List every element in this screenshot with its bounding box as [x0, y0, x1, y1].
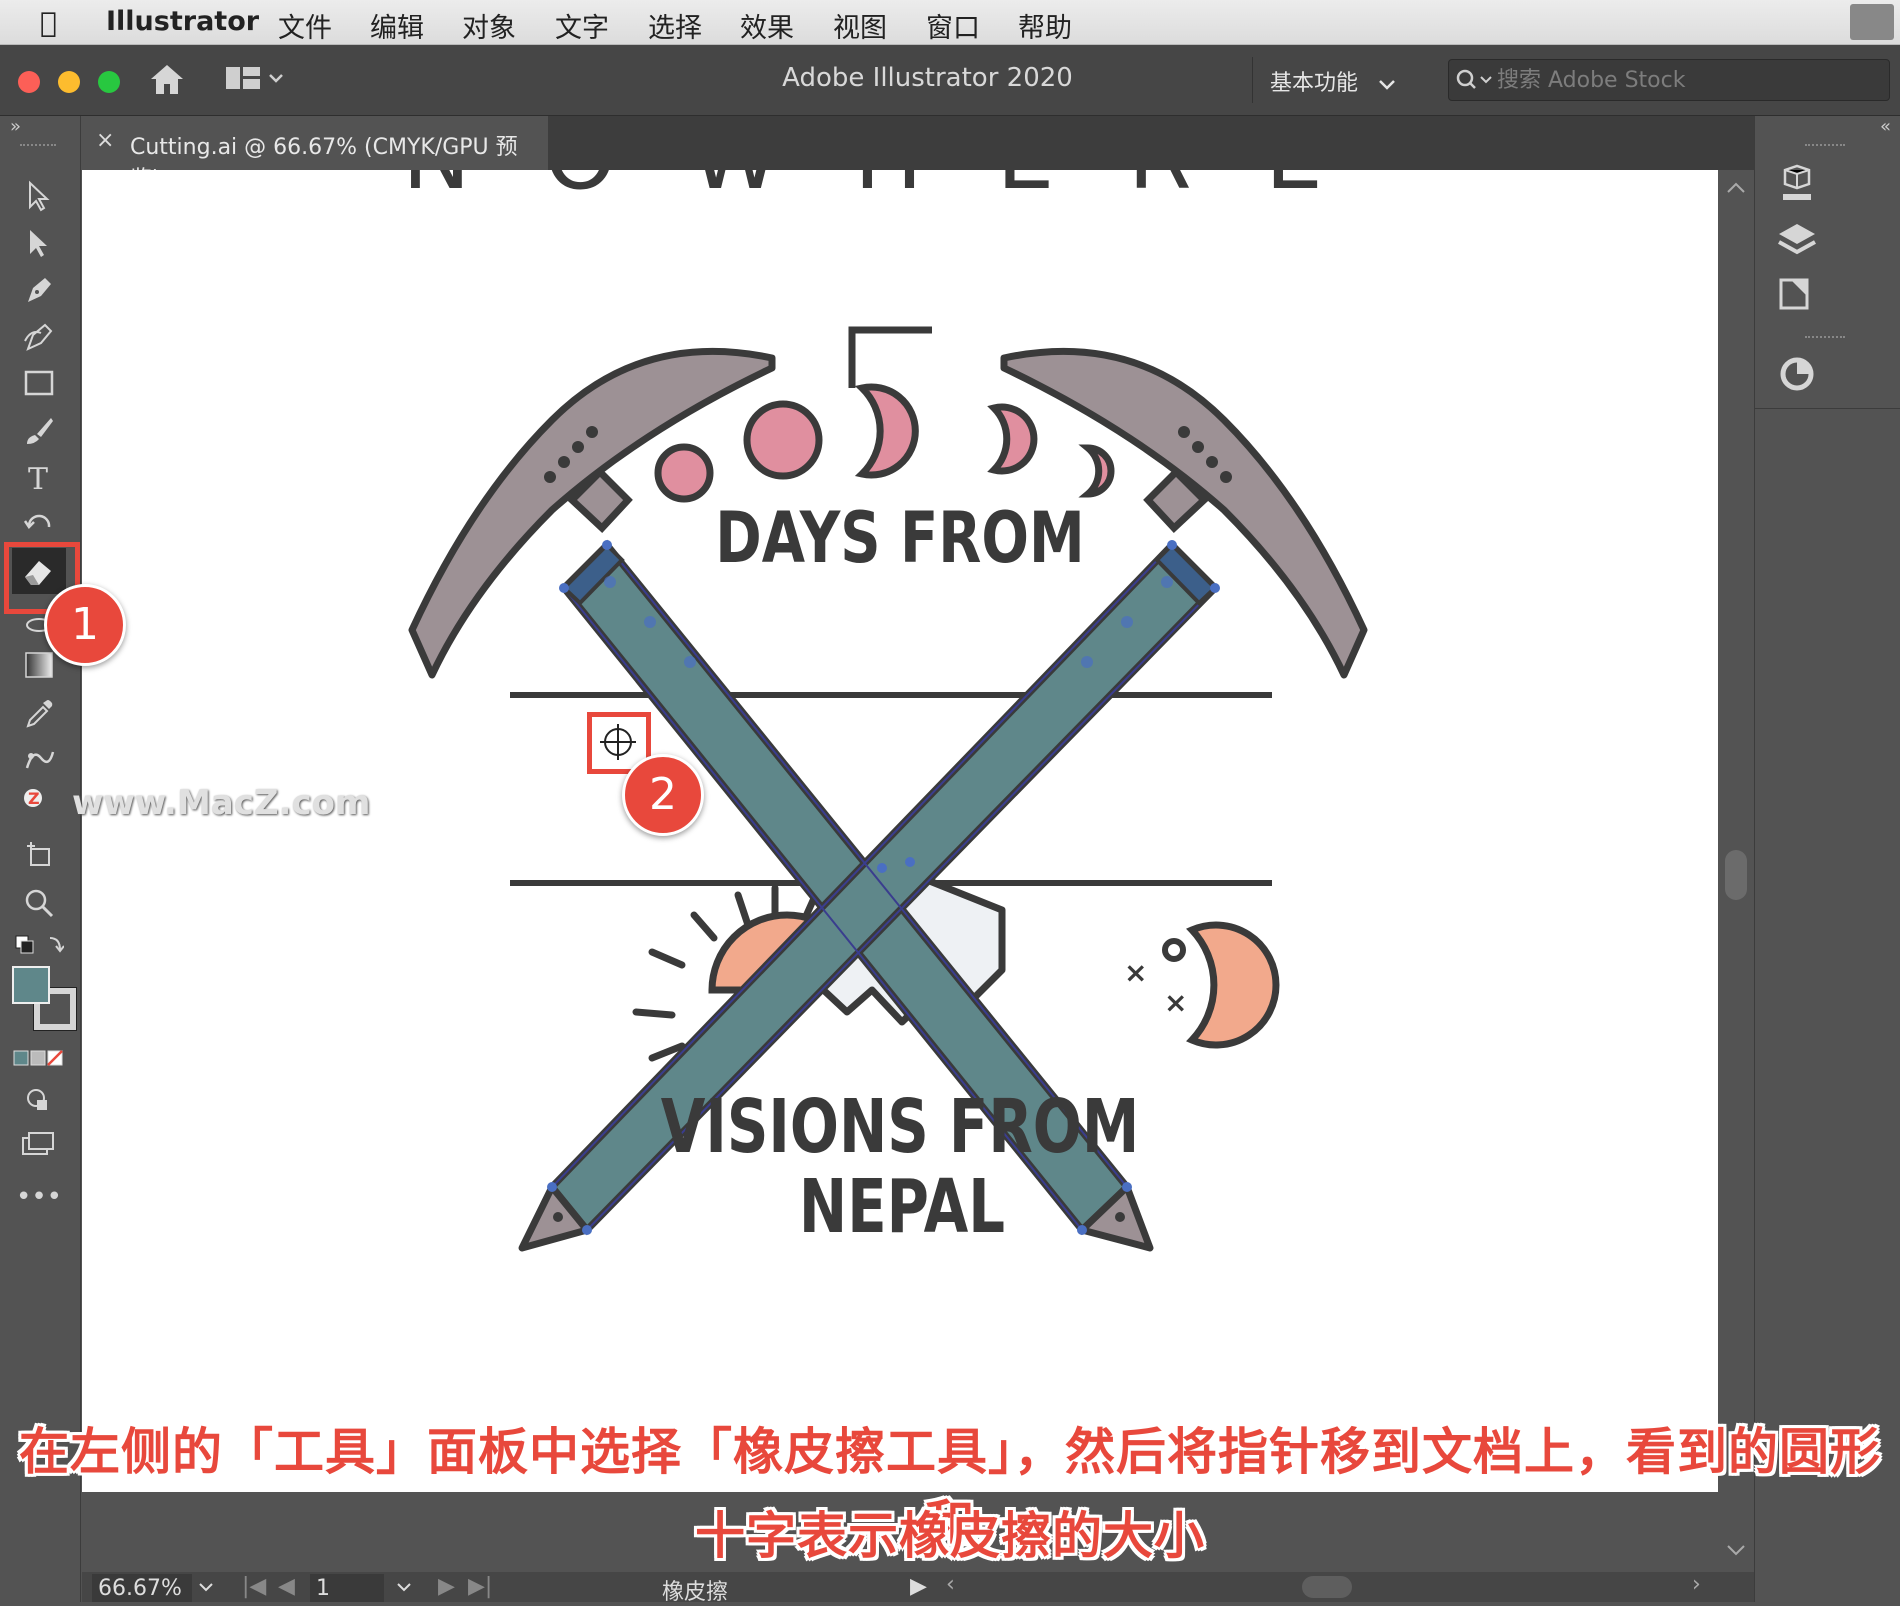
canvas[interactable]: N O W H E R E DAYS FROM: [82, 103, 1718, 1492]
direct-selection-tool-icon[interactable]: [12, 223, 66, 263]
close-tab-icon[interactable]: ×: [96, 128, 114, 153]
zoom-level-field[interactable]: 66.67%: [92, 1574, 192, 1602]
search-icon: [1456, 69, 1492, 89]
step-badge-1: 1: [44, 584, 126, 666]
selection-tool-icon[interactable]: [12, 176, 66, 216]
artboard-tool-icon[interactable]: [12, 836, 66, 876]
small-star-ring: [1162, 938, 1186, 962]
workspace-label: 基本功能: [1270, 71, 1359, 96]
artboard-number-field[interactable]: 1: [310, 1574, 384, 1602]
scroll-right-icon[interactable]: ›: [1692, 1572, 1701, 1597]
menu-edit[interactable]: 编辑: [370, 6, 424, 45]
menu-help[interactable]: 帮助: [1018, 6, 1072, 45]
fill-stroke-swatch[interactable]: [12, 966, 76, 1030]
curvature-tool-icon[interactable]: [12, 317, 66, 357]
panel-grip[interactable]: [1805, 144, 1845, 146]
libraries-icon[interactable]: [1775, 164, 1819, 212]
color-guide-icon[interactable]: [1775, 352, 1819, 400]
menu-effect[interactable]: 效果: [740, 6, 794, 45]
stock-search-box[interactable]: [1448, 59, 1890, 101]
menu-view[interactable]: 视图: [833, 6, 887, 45]
swap-fill-stroke-icon[interactable]: [12, 928, 66, 968]
vertical-scrollbar[interactable]: [1718, 170, 1754, 1578]
tools-panel: » T Z •••: [0, 116, 81, 1602]
star-cross-2: ×: [1164, 986, 1187, 1019]
pen-tool-icon[interactable]: [12, 270, 66, 310]
artboard-number-value: 1: [316, 1576, 330, 1601]
moon-full: [743, 400, 823, 480]
previous-artboard-icon[interactable]: ◀: [278, 1574, 295, 1599]
workspace-switcher[interactable]: 基本功能: [1270, 65, 1397, 97]
artwork-nepal: NEPAL: [799, 1163, 1005, 1250]
panel-collapse-icon[interactable]: «: [1880, 116, 1891, 137]
rotate-tool-icon[interactable]: [12, 505, 66, 545]
type-tool-icon[interactable]: T: [12, 458, 66, 498]
first-artboard-icon[interactable]: |◀: [242, 1574, 266, 1599]
menu-select[interactable]: 选择: [648, 6, 702, 45]
horizontal-scroll-thumb[interactable]: [1302, 1576, 1352, 1598]
next-artboard-icon[interactable]: ▶: [438, 1574, 455, 1599]
menu-type[interactable]: 文字: [555, 6, 609, 45]
panel-dock: «: [1754, 116, 1900, 1602]
moon-crescent-small: [1078, 444, 1115, 498]
artboards-icon[interactable]: [1775, 274, 1819, 318]
current-tool-label: 橡皮擦: [662, 1580, 729, 1605]
moon-crescent-large: [854, 383, 919, 479]
panel-collapse-icon[interactable]: »: [10, 116, 21, 137]
screen-mode-icon[interactable]: [12, 1126, 66, 1166]
svg-text:Z: Z: [28, 789, 40, 808]
last-artboard-icon[interactable]: ▶|: [468, 1574, 492, 1599]
right-crescent-moon: [1186, 921, 1280, 1049]
draw-mode-icon[interactable]: [12, 1082, 66, 1122]
chevron-down-icon: [1379, 80, 1395, 90]
zoom-dropdown-icon[interactable]: [196, 1574, 216, 1602]
document-tab[interactable]: × Cutting.ai @ 66.67% (CMYK/GPU 预览): [82, 116, 548, 192]
status-bar: 66.67% |◀ ◀ 1 ▶ ▶| 橡皮擦 ▶ ‹ ›: [82, 1572, 1754, 1605]
status-menu-icon[interactable]: ▶: [910, 1574, 927, 1599]
layers-icon[interactable]: [1775, 220, 1819, 264]
apple-icon[interactable]: : [40, 6, 57, 39]
artwork-top-text: N O W H E R E: [402, 170, 1345, 210]
divider: [1755, 408, 1900, 409]
eyedropper-tool-icon[interactable]: [12, 693, 66, 733]
svg-text:T: T: [28, 462, 48, 494]
panel-grip[interactable]: [20, 144, 56, 150]
artboard[interactable]: N O W H E R E DAYS FROM: [82, 103, 1718, 1492]
rectangle-tool-icon[interactable]: [12, 364, 66, 404]
symbol-sprayer-tool-icon[interactable]: Z: [12, 780, 66, 820]
artwork: N O W H E R E DAYS FROM: [402, 103, 1368, 1252]
moon-crescent-medium: [987, 403, 1038, 475]
artwork-days-from: DAYS FROM: [715, 497, 1084, 579]
search-input[interactable]: [1495, 64, 1879, 96]
color-mode-icon[interactable]: [12, 1044, 66, 1084]
menu-window[interactable]: 窗口: [926, 6, 980, 45]
five-mark: [848, 326, 932, 388]
edit-toolbar-more-icon[interactable]: •••: [12, 1182, 66, 1222]
menu-object[interactable]: 对象: [462, 6, 516, 45]
scroll-left-icon[interactable]: ‹: [946, 1572, 955, 1597]
panel-grip[interactable]: [1805, 336, 1845, 338]
zoom-tool-icon[interactable]: [12, 883, 66, 923]
macos-menubar:  Illustrator 文件 编辑 对象 文字 选择 效果 视图 窗口 帮助: [0, 0, 1900, 45]
menubar-status-item[interactable]: [1850, 4, 1894, 40]
paintbrush-tool-icon[interactable]: [12, 411, 66, 451]
zoom-level-value: 66.67%: [98, 1576, 182, 1601]
caption-line-2: 十字表示橡皮擦的大小: [695, 1507, 1205, 1565]
menu-app-name[interactable]: Illustrator: [106, 6, 259, 37]
moon-small: [654, 443, 714, 503]
artwork-visions-from: VISIONS FROM: [661, 1083, 1140, 1170]
step-badge-2: 2: [622, 754, 704, 836]
document-tabs: × Cutting.ai @ 66.67% (CMYK/GPU 预览): [82, 116, 1754, 192]
star-cross-1: ×: [1124, 956, 1147, 989]
blend-tool-icon[interactable]: [12, 740, 66, 780]
divider: [1252, 57, 1253, 103]
scroll-up-icon[interactable]: [1718, 178, 1754, 198]
watermark: www.MacZ.com: [72, 783, 371, 823]
scroll-thumb[interactable]: [1725, 850, 1747, 900]
fill-swatch[interactable]: [12, 966, 50, 1004]
app-titlebar: Adobe Illustrator 2020 基本功能: [0, 45, 1900, 116]
menu-file[interactable]: 文件: [278, 6, 332, 45]
artboard-dropdown-icon[interactable]: [394, 1574, 414, 1602]
